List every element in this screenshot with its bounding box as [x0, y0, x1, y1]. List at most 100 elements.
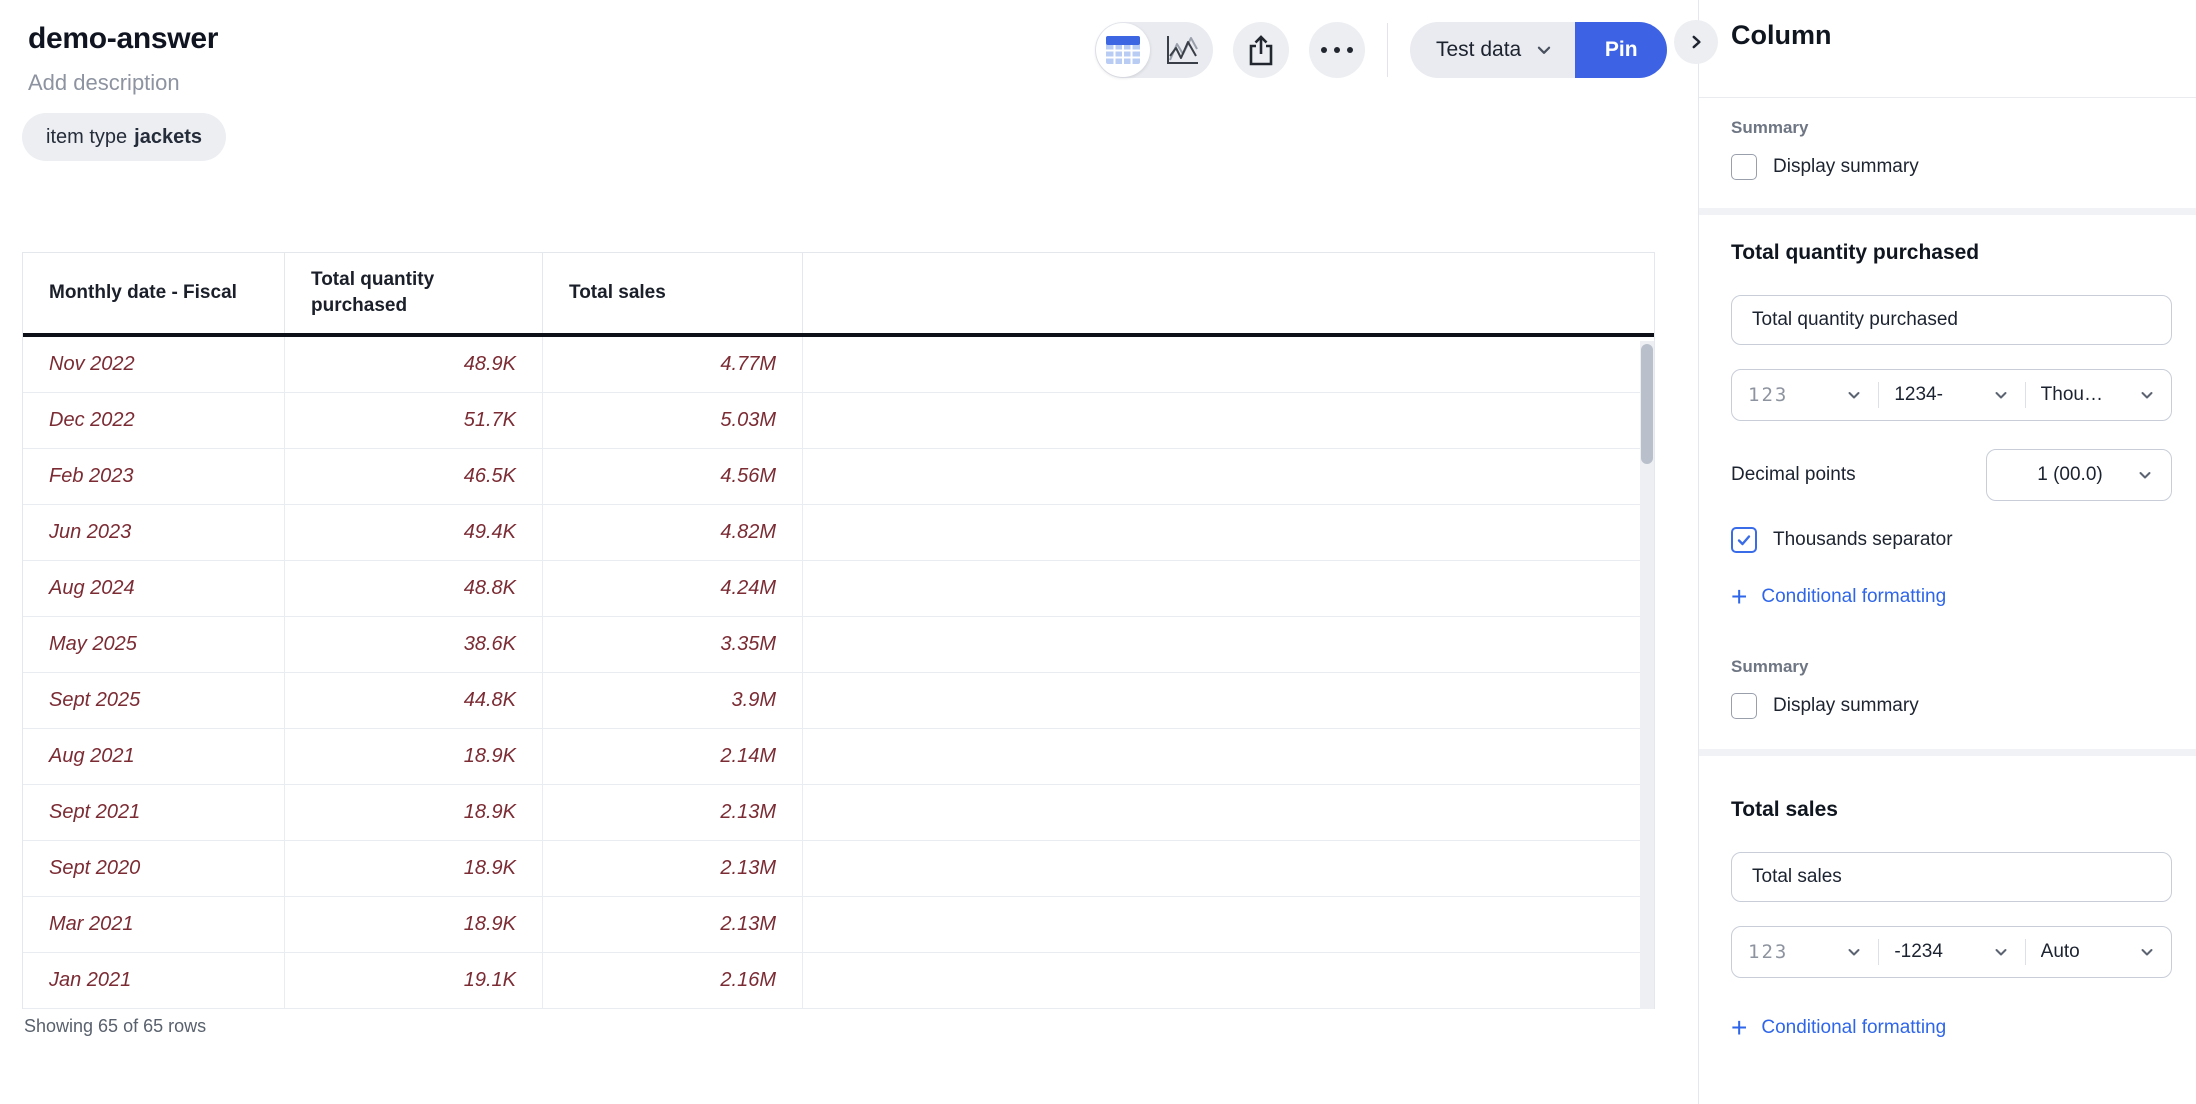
decimal-points-label: Decimal points	[1731, 464, 1856, 486]
display-summary-label: Display summary	[1773, 695, 1919, 717]
cell-value: 4.24M	[543, 561, 803, 616]
pin-button[interactable]: Pin	[1575, 22, 1667, 78]
table-row: May 202538.6K3.35M	[23, 617, 1654, 673]
cell-value: 4.82M	[543, 505, 803, 560]
column-header-sales[interactable]: Total sales	[543, 253, 803, 333]
page: demo-answer Add description item type ja…	[0, 0, 2196, 1104]
view-toggle	[1095, 22, 1213, 78]
quantity-display-summary-checkbox[interactable]	[1731, 693, 1757, 719]
chevron-down-icon	[2137, 467, 2153, 483]
section-divider	[1699, 208, 2196, 215]
test-data-label: Test data	[1436, 38, 1521, 62]
cell-empty	[803, 617, 1654, 672]
cell-month: Nov 2022	[23, 337, 285, 392]
summary-label: Summary	[1731, 657, 2172, 677]
cell-empty	[803, 841, 1654, 896]
filter-chip-value: jackets	[134, 126, 202, 149]
description-placeholder[interactable]: Add description	[28, 70, 180, 96]
cell-month: Mar 2021	[23, 897, 285, 952]
cell-month: Jan 2021	[23, 953, 285, 1008]
chevron-down-icon	[1846, 387, 1862, 403]
chevron-right-icon	[1687, 33, 1705, 51]
cell-value: 51.7K	[285, 393, 543, 448]
cell-empty	[803, 337, 1654, 392]
summary-label: Summary	[1731, 118, 2172, 138]
collapse-panel-button[interactable]	[1674, 20, 1718, 64]
main-area: demo-answer Add description item type ja…	[0, 0, 1698, 1104]
quantity-conditional-formatting-link[interactable]: + Conditional formatting	[1731, 583, 2172, 611]
cell-empty	[803, 729, 1654, 784]
filter-chip-field: item type	[46, 126, 127, 149]
share-button[interactable]	[1233, 22, 1289, 78]
quantity-units-select[interactable]: Thou…	[2025, 370, 2171, 420]
display-summary-row: Display summary	[1731, 154, 2172, 180]
toolbar: Test data Pin	[1095, 22, 1667, 78]
cell-month: May 2025	[23, 617, 285, 672]
table-view-button[interactable]	[1096, 23, 1150, 77]
sales-conditional-formatting-link[interactable]: + Conditional formatting	[1731, 1014, 2172, 1042]
ellipsis-icon	[1321, 47, 1353, 53]
share-icon	[1246, 33, 1276, 67]
units-value: Auto	[2041, 941, 2080, 963]
number-type-icon: 123	[1748, 384, 1788, 406]
quantity-heading: Total quantity purchased	[1731, 241, 2172, 265]
column-header-quantity[interactable]: Total quantity purchased	[285, 253, 543, 333]
table-icon	[1105, 35, 1141, 65]
quantity-column-section: Total quantity purchased 123 1234- Thou……	[1699, 215, 2196, 749]
filter-chip[interactable]: item type jackets	[22, 113, 226, 161]
table-row: Jan 202119.1K2.16M	[23, 953, 1654, 1009]
cell-month: Aug 2024	[23, 561, 285, 616]
chart-view-button[interactable]	[1150, 34, 1213, 66]
sales-units-select[interactable]: Auto	[2025, 927, 2171, 977]
display-summary-checkbox[interactable]	[1731, 154, 1757, 180]
display-summary-label: Display summary	[1773, 156, 1919, 178]
chart-icon	[1165, 34, 1199, 66]
cell-month: Aug 2021	[23, 729, 285, 784]
cell-month: Sept 2021	[23, 785, 285, 840]
chevron-down-icon	[1535, 41, 1553, 59]
cell-value: 18.9K	[285, 897, 543, 952]
cell-value: 18.9K	[285, 841, 543, 896]
quantity-type-select[interactable]: 123	[1732, 370, 1878, 420]
chevron-down-icon	[1846, 944, 1862, 960]
sales-type-select[interactable]: 123	[1732, 927, 1878, 977]
cell-value: 18.9K	[285, 785, 543, 840]
negative-format-value: -1234	[1894, 941, 1943, 963]
units-value: Thou…	[2041, 384, 2103, 406]
table-row: Sept 202544.8K3.9M	[23, 673, 1654, 729]
plus-icon: +	[1731, 1014, 1747, 1042]
cell-value: 48.9K	[285, 337, 543, 392]
cell-value: 44.8K	[285, 673, 543, 728]
decimal-points-row: Decimal points 1 (00.0)	[1731, 449, 2172, 501]
test-data-button[interactable]: Test data	[1410, 22, 1575, 78]
chevron-down-icon	[1993, 387, 2009, 403]
sales-negative-format-select[interactable]: -1234	[1878, 927, 2024, 977]
toolbar-divider	[1387, 23, 1388, 77]
cell-month: Jun 2023	[23, 505, 285, 560]
more-options-button[interactable]	[1309, 22, 1365, 78]
table-row: Dec 202251.7K5.03M	[23, 393, 1654, 449]
table-scrollbar-track	[1640, 341, 1654, 1009]
table-row: Jun 202349.4K4.82M	[23, 505, 1654, 561]
cell-empty	[803, 393, 1654, 448]
table-body: Nov 202248.9K4.77MDec 202251.7K5.03MFeb …	[23, 337, 1654, 1009]
thousands-separator-checkbox[interactable]	[1731, 527, 1757, 553]
table-row: Nov 202248.9K4.77M	[23, 337, 1654, 393]
panel-title: Column	[1731, 20, 2172, 51]
table-row: Aug 202448.8K4.24M	[23, 561, 1654, 617]
cell-value: 2.13M	[543, 841, 803, 896]
section-divider	[1699, 749, 2196, 756]
decimal-points-select[interactable]: 1 (00.0)	[1986, 449, 2172, 501]
cell-empty	[803, 673, 1654, 728]
cell-value: 2.13M	[543, 785, 803, 840]
column-header-date[interactable]: Monthly date - Fiscal	[23, 253, 285, 333]
quantity-format-select: 123 1234- Thou…	[1731, 369, 2172, 421]
cell-empty	[803, 953, 1654, 1008]
results-table: Monthly date - Fiscal Total quantity pur…	[22, 252, 1655, 1009]
conditional-formatting-label: Conditional formatting	[1761, 586, 1946, 608]
table-scrollbar[interactable]	[1641, 344, 1653, 464]
quantity-negative-format-select[interactable]: 1234-	[1878, 370, 2024, 420]
sales-name-input[interactable]	[1731, 852, 2172, 902]
quantity-name-input[interactable]	[1731, 295, 2172, 345]
page-title: demo-answer	[28, 22, 218, 56]
